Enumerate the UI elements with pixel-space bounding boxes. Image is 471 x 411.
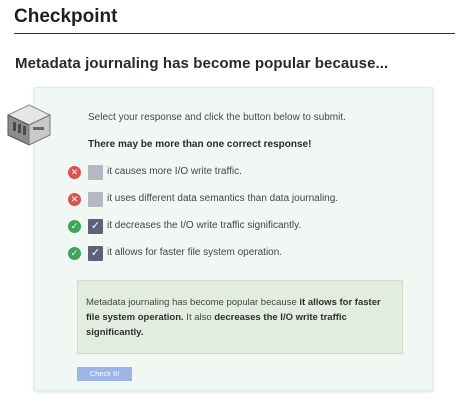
checkmark-icon: ✓ <box>90 220 101 232</box>
x-circle-icon: ✕ <box>68 193 81 206</box>
option-label: it causes more I/O write traffic. <box>107 166 242 177</box>
checkpoint-logo-icon <box>6 104 52 146</box>
option-checkbox[interactable] <box>88 192 103 207</box>
title-divider <box>14 33 455 34</box>
option-row[interactable]: ✕ it uses different data semantics than … <box>68 192 428 208</box>
option-row[interactable]: ✕ it causes more I/O write traffic. <box>68 165 428 181</box>
multiple-answer-note: There may be more than one correct respo… <box>88 139 312 150</box>
check-circle-icon: ✓ <box>68 220 81 233</box>
option-checkbox[interactable] <box>88 165 103 180</box>
feedback-text: Metadata journaling has become popular b… <box>86 297 300 308</box>
option-checkbox[interactable]: ✓ <box>88 246 103 261</box>
page-title: Checkpoint <box>14 6 118 27</box>
option-label: it allows for faster file system operati… <box>107 247 283 258</box>
feedback-box: Metadata journaling has become popular b… <box>77 280 403 354</box>
option-label: it uses different data semantics than da… <box>107 193 339 204</box>
question-text: Metadata journaling has become popular b… <box>15 55 389 72</box>
option-row[interactable]: ✓ ✓ it allows for faster file system ope… <box>68 246 428 262</box>
x-circle-icon: ✕ <box>68 166 81 179</box>
option-checkbox[interactable]: ✓ <box>88 219 103 234</box>
feedback-text: It also <box>183 312 215 323</box>
check-it-button[interactable]: Check It! <box>77 367 132 381</box>
option-row[interactable]: ✓ ✓ it decreases the I/O write traffic s… <box>68 219 428 235</box>
checkmark-icon: ✓ <box>90 247 101 259</box>
instruction-text: Select your response and click the butto… <box>88 112 346 123</box>
check-circle-icon: ✓ <box>68 247 81 260</box>
option-label: it decreases the I/O write traffic signi… <box>107 220 302 231</box>
